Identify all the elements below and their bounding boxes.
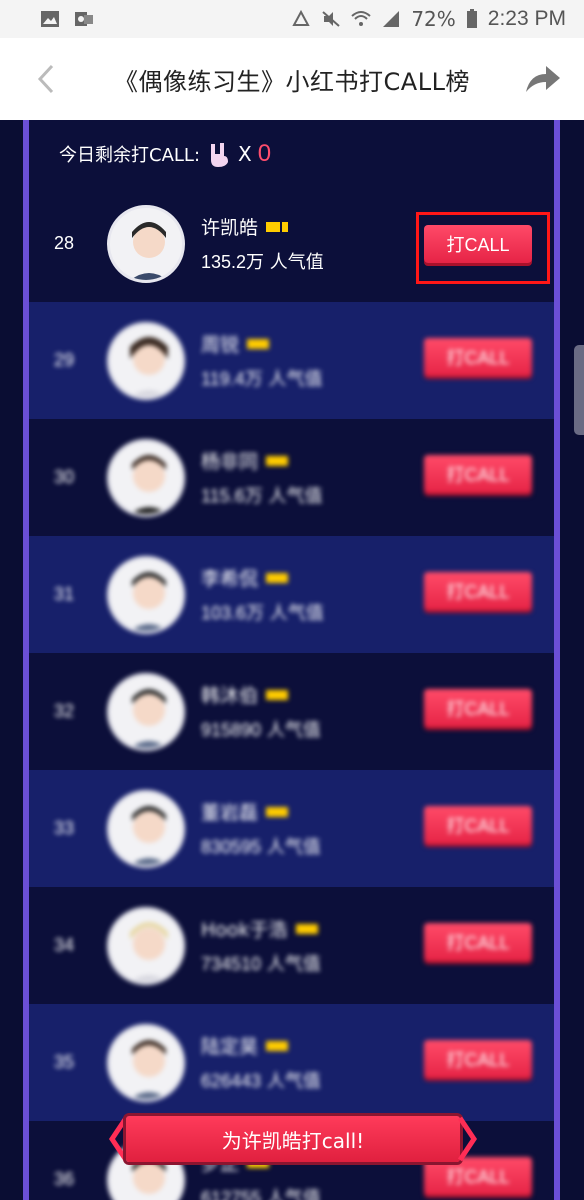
highlight-box bbox=[416, 212, 550, 284]
avatar bbox=[107, 906, 185, 985]
popularity-unit: 人气值 bbox=[268, 486, 323, 507]
avatar bbox=[107, 789, 185, 868]
popularity-value: 135.2万 bbox=[201, 252, 265, 272]
popularity-value: 115.6万 bbox=[201, 486, 263, 506]
remaining-x: X bbox=[238, 142, 252, 166]
avatar bbox=[107, 321, 185, 400]
avatar bbox=[107, 555, 185, 634]
notification-icons bbox=[40, 10, 94, 28]
call-button[interactable]: 打CALL bbox=[424, 1040, 532, 1078]
call-button[interactable]: 打CALL bbox=[424, 689, 532, 727]
rank-number: 31 bbox=[53, 584, 75, 604]
popularity-value: 119.4万 bbox=[201, 369, 263, 389]
call-button[interactable]: 打CALL bbox=[424, 338, 532, 376]
rank-number: 30 bbox=[53, 467, 75, 487]
remaining-count: 0 bbox=[257, 140, 272, 167]
signal-icon bbox=[383, 11, 400, 27]
rank-number: 34 bbox=[53, 935, 75, 955]
call-button[interactable]: 打CALL bbox=[424, 1157, 532, 1195]
level-badge-icon bbox=[266, 1040, 289, 1051]
rank-number: 28 bbox=[53, 233, 75, 253]
idol-name: 董岩磊 bbox=[201, 802, 259, 824]
image-icon bbox=[41, 11, 59, 27]
popularity-unit: 人气值 bbox=[266, 1188, 321, 1200]
page-title: 《偶像练习生》小红书打CALL榜 bbox=[114, 67, 470, 96]
wifi-icon bbox=[351, 11, 371, 26]
remaining-label: 今日剩余打CALL: bbox=[59, 145, 201, 166]
call-button[interactable]: 打CALL bbox=[424, 806, 532, 844]
popularity-unit: 人气值 bbox=[266, 1071, 321, 1092]
list-item: 34 Hook于浩 734510 人气值 打CALL bbox=[29, 887, 554, 1004]
ranking-board: 今日剩余打CALL: X 0 x 20 28 许凯皓 bbox=[23, 120, 560, 1200]
level-badge-icon bbox=[266, 572, 289, 583]
battery-percent: 72% bbox=[411, 7, 456, 31]
call-button[interactable]: 打CALL bbox=[424, 455, 532, 493]
call-button[interactable]: 打CALL bbox=[424, 923, 532, 961]
avatar bbox=[107, 204, 185, 283]
rank-number: 35 bbox=[53, 1052, 75, 1072]
popularity-value: 103.6万 bbox=[201, 603, 265, 623]
popularity-unit: 人气值 bbox=[269, 252, 324, 273]
mute-icon bbox=[322, 11, 340, 27]
list-item: 32 韩沐伯 915890 人气值 打CALL bbox=[29, 653, 554, 770]
idol-name: 许凯皓 bbox=[201, 217, 259, 239]
rank-number: 32 bbox=[53, 701, 75, 721]
list-item: 29 周锐 119.4万 人气值 打CALL bbox=[29, 302, 554, 419]
idol-name: Hook于浩 bbox=[201, 919, 288, 941]
popularity-value: 734510 bbox=[201, 954, 262, 974]
battery-icon bbox=[466, 9, 477, 28]
share-icon[interactable] bbox=[522, 62, 562, 96]
popularity-unit: 人气值 bbox=[266, 720, 321, 741]
popularity-unit: 人气值 bbox=[268, 369, 323, 390]
level-badge-icon bbox=[266, 689, 289, 700]
call-for-idol-button[interactable]: 为许凯皓打call! bbox=[126, 1116, 460, 1162]
idol-name: 周锐 bbox=[201, 334, 240, 356]
level-badge-icon bbox=[247, 338, 270, 349]
list-item: 31 李希侃 103.6万 人气值 打CALL bbox=[29, 536, 554, 653]
outlook-icon bbox=[75, 12, 93, 26]
clock: 2:23 PM bbox=[487, 7, 566, 30]
idol-name: 李希侃 bbox=[201, 568, 259, 590]
list-item: 35 陆定昊 626443 人气值 打CALL bbox=[29, 1004, 554, 1121]
popularity-value: 626443 bbox=[201, 1071, 262, 1091]
level-badge-icon bbox=[266, 455, 289, 466]
level-badge-icon bbox=[295, 923, 318, 934]
list-item: 30 杨非同 115.6万 人气值 打CALL bbox=[29, 419, 554, 536]
idol-name: 韩沐伯 bbox=[201, 685, 259, 707]
list-item: 33 董岩磊 830595 人气值 打CALL bbox=[29, 770, 554, 887]
system-icons: 72% 2:23 PM bbox=[291, 7, 566, 31]
avatar bbox=[107, 672, 185, 751]
popularity-value: 612755 bbox=[201, 1188, 262, 1200]
rank-number: 33 bbox=[53, 818, 75, 838]
avatar bbox=[107, 1023, 185, 1102]
popularity-value: 830595 bbox=[201, 837, 262, 857]
idol-name: 杨非同 bbox=[201, 451, 259, 473]
popularity-unit: 人气值 bbox=[269, 603, 324, 624]
avatar bbox=[107, 438, 185, 517]
popularity-value: 915890 bbox=[201, 720, 262, 740]
recycle-icon bbox=[292, 10, 311, 26]
chevron-right-icon bbox=[458, 1116, 478, 1162]
scroll-handle[interactable] bbox=[574, 345, 584, 435]
chevron-left-icon bbox=[108, 1116, 128, 1162]
back-arrow-icon[interactable] bbox=[30, 60, 64, 98]
level-badge-icon bbox=[266, 806, 289, 817]
call-button[interactable]: 打CALL bbox=[424, 572, 532, 610]
idol-name: 陆定昊 bbox=[201, 1036, 259, 1058]
level-badge-icon bbox=[266, 221, 289, 232]
remaining-calls: 今日剩余打CALL: X 0 bbox=[59, 140, 271, 168]
status-bar: 72% 2:23 PM bbox=[0, 0, 584, 38]
rank-number: 29 bbox=[53, 350, 75, 370]
rock-hand-icon bbox=[211, 143, 229, 167]
popularity-unit: 人气值 bbox=[266, 954, 321, 975]
list-item: 28 许凯皓 135.2万 人气值 打CALL bbox=[29, 185, 554, 302]
title-bar: 《偶像练习生》小红书打CALL榜 bbox=[0, 38, 584, 120]
popularity-unit: 人气值 bbox=[266, 837, 321, 858]
ranking-list: 28 许凯皓 135.2万 人气值 打CALL 29 周锐 119.4万 人气值… bbox=[29, 185, 554, 1200]
rank-number: 36 bbox=[53, 1169, 75, 1189]
